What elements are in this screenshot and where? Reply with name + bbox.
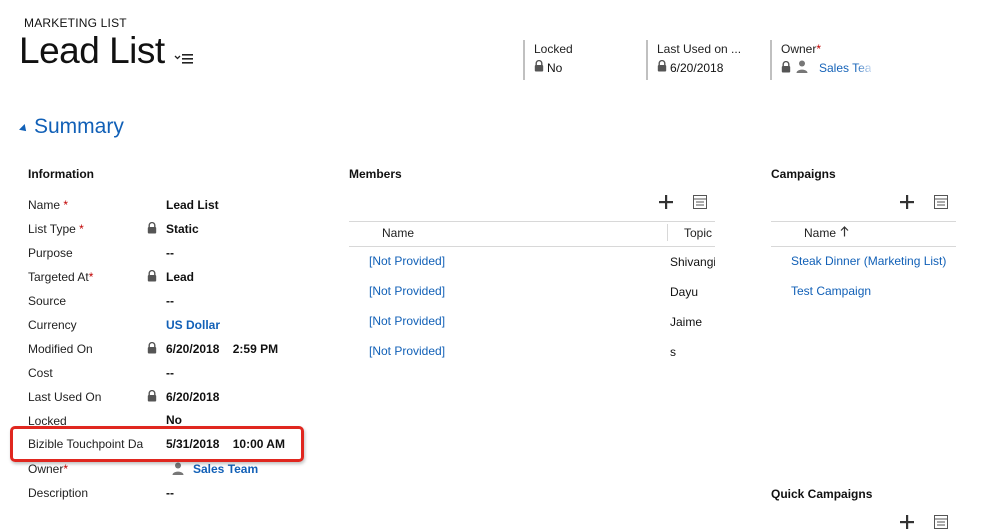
field-label: Purpose <box>28 246 73 260</box>
field-last-used-on: Last Used On 6/20/2018 <box>28 389 328 410</box>
header-owner-link[interactable]: Sales Tea <box>819 61 871 75</box>
member-name-link[interactable]: [Not Provided] <box>369 314 445 328</box>
field-currency[interactable]: Currency US Dollar <box>28 318 328 338</box>
field-value[interactable]: -- <box>166 486 174 500</box>
field-label: Currency <box>28 318 77 332</box>
required-marker: * <box>816 42 822 56</box>
header-field-value: 6/20/2018 <box>670 60 724 75</box>
divider <box>771 221 956 222</box>
divider <box>349 221 715 222</box>
field-purpose[interactable]: Purpose -- <box>28 246 328 266</box>
field-targeted-at: Targeted At* Lead <box>28 269 328 290</box>
field-label: Owner <box>28 462 64 476</box>
divider <box>667 224 668 241</box>
field-label: Cost <box>28 366 53 380</box>
field-value[interactable]: -- <box>166 366 174 380</box>
lock-icon <box>147 341 157 357</box>
highlight-annotation <box>10 426 304 462</box>
field-value[interactable]: No <box>166 413 182 427</box>
view-selector-icon[interactable] <box>934 515 948 531</box>
field-list-type: List Type * Static <box>28 221 328 242</box>
header-field-value: No <box>547 60 563 75</box>
field-label: Targeted At <box>28 270 89 284</box>
user-icon <box>796 60 808 76</box>
field-modified-on: Modified On 6/20/2018 2:59 PM <box>28 341 328 362</box>
field-value: 6/20/2018 2:59 PM <box>166 342 279 356</box>
field-owner[interactable]: Owner* Sales Team <box>28 462 328 482</box>
lock-icon <box>147 269 157 285</box>
header-field-label: Last Used on ... <box>657 42 742 56</box>
field-label: Source <box>28 294 67 308</box>
entity-type-label: MARKETING LIST <box>24 16 127 30</box>
campaigns-title: Campaigns <box>771 167 836 181</box>
member-topic: s <box>670 345 676 359</box>
field-value: Static <box>166 222 199 236</box>
required-marker: * <box>75 222 84 236</box>
field-label: Name <box>28 198 61 212</box>
campaign-link[interactable]: Test Campaign <box>791 284 871 298</box>
summary-section-toggle[interactable]: Summary <box>19 115 124 139</box>
field-value: 6/20/2018 <box>166 390 220 404</box>
lock-icon <box>534 59 544 75</box>
member-topic: Jaime <box>670 315 703 329</box>
currency-link[interactable]: US Dollar <box>166 318 220 332</box>
members-column-name[interactable]: Name <box>382 226 414 240</box>
members-title: Members <box>349 167 402 181</box>
add-member-icon[interactable] <box>659 195 673 214</box>
lock-icon <box>147 389 157 405</box>
sort-ascending-icon <box>840 226 849 240</box>
collapse-caret-icon <box>19 124 29 134</box>
header-field-last-used: Last Used on ... 6/20/2018 <box>646 40 770 80</box>
header-field-owner: Owner* Sales Tea <box>770 40 900 80</box>
view-selector-icon[interactable] <box>934 195 948 214</box>
add-quick-campaign-icon[interactable] <box>900 515 914 531</box>
divider <box>349 246 715 247</box>
campaigns-column-label: Name <box>804 226 837 240</box>
field-value[interactable]: Lead List <box>166 198 219 212</box>
lock-icon <box>147 221 157 237</box>
quick-campaigns-title: Quick Campaigns <box>771 487 873 501</box>
header-field-label: Locked <box>534 42 573 56</box>
form-selector-icon[interactable] <box>174 50 194 66</box>
campaigns-column-name[interactable]: Name <box>804 226 849 240</box>
members-column-topic[interactable]: Topic <box>684 226 712 240</box>
member-name-link[interactable]: [Not Provided] <box>369 254 445 268</box>
field-value: Lead <box>166 270 195 284</box>
owner-link[interactable]: Sales Team <box>193 462 258 476</box>
record-title: Lead List <box>19 30 165 71</box>
header-field-locked: Locked No <box>523 40 643 80</box>
add-campaign-icon[interactable] <box>900 195 914 214</box>
summary-section-title: Summary <box>34 115 124 138</box>
field-value[interactable]: -- <box>166 294 174 308</box>
required-marker: * <box>60 198 69 212</box>
field-description[interactable]: Description -- <box>28 486 328 506</box>
field-name[interactable]: Name * Lead List <box>28 198 328 218</box>
divider <box>771 246 956 247</box>
required-marker: * <box>88 270 94 284</box>
field-value[interactable]: -- <box>166 246 174 260</box>
view-selector-icon[interactable] <box>693 195 707 214</box>
member-topic: Shivangi <box>670 255 715 269</box>
field-source[interactable]: Source -- <box>28 294 328 314</box>
required-marker: * <box>63 462 69 476</box>
user-icon <box>172 462 184 478</box>
lock-icon <box>657 59 667 75</box>
member-name-link[interactable]: [Not Provided] <box>369 344 445 358</box>
lock-icon <box>781 60 791 76</box>
campaign-link[interactable]: Steak Dinner (Marketing List) <box>791 254 946 268</box>
field-label: Modified On <box>28 342 93 356</box>
header-field-label: Owner <box>781 42 817 56</box>
field-label: List Type <box>28 222 76 236</box>
field-label: Description <box>28 486 89 500</box>
member-topic: Dayu <box>670 285 699 299</box>
field-cost[interactable]: Cost -- <box>28 366 328 386</box>
member-name-link[interactable]: [Not Provided] <box>369 284 445 298</box>
field-label: Last Used On <box>28 390 102 404</box>
information-title: Information <box>28 167 94 181</box>
